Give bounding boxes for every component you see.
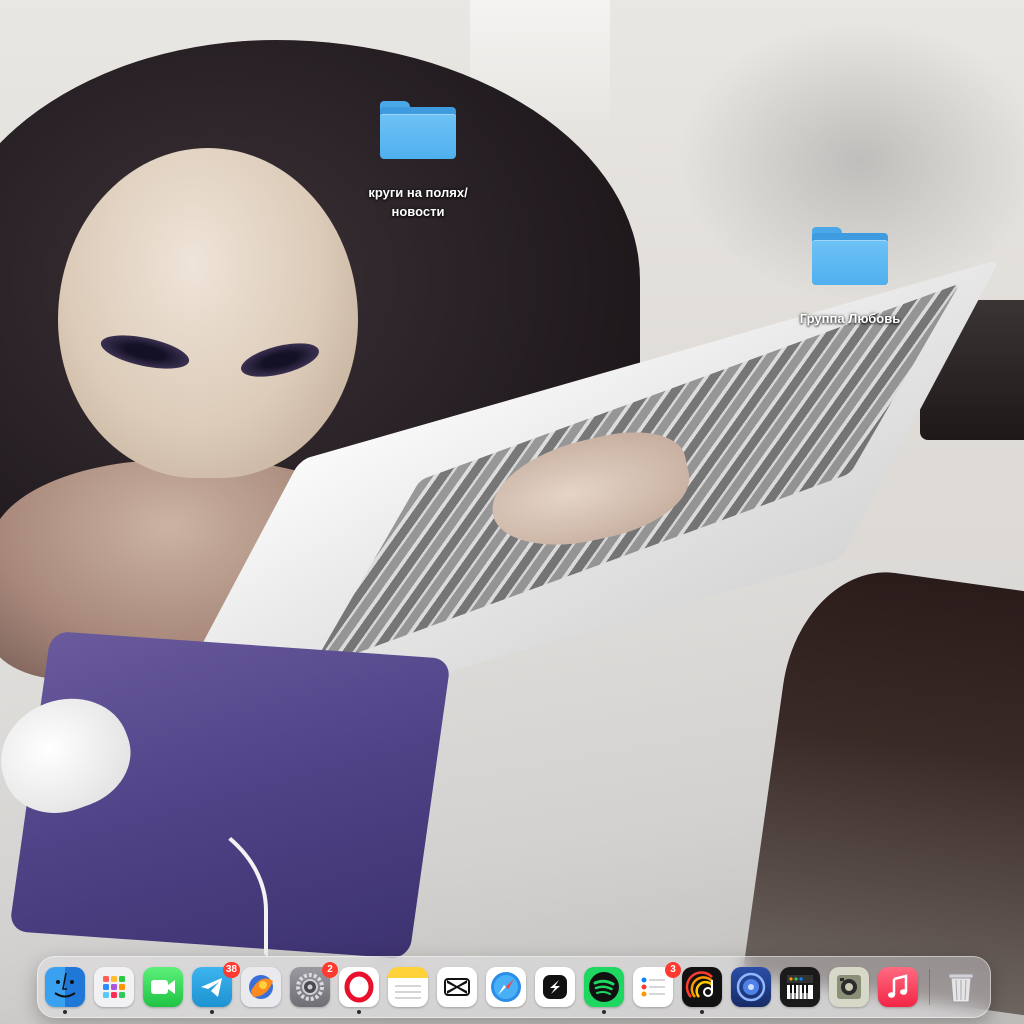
dock-app-piano[interactable] [780, 967, 820, 1007]
dock-app-facetime[interactable] [143, 967, 183, 1007]
browser-icon [249, 975, 273, 999]
dock-app-capcut[interactable] [437, 967, 477, 1007]
opera-icon [344, 971, 374, 1003]
dock-app-finder[interactable] [45, 967, 85, 1014]
notification-badge: 3 [665, 962, 681, 978]
wallpaper-alien-head [58, 148, 358, 478]
running-indicator [700, 1010, 704, 1014]
folder-icon [812, 227, 888, 285]
running-indicator [63, 1010, 67, 1014]
facetime-icon [151, 980, 175, 994]
finder-icon [54, 972, 76, 998]
shortcut-icon [543, 975, 567, 999]
trash-icon [948, 973, 974, 1003]
dock-app-music-player[interactable] [682, 967, 722, 1014]
running-indicator [357, 1010, 361, 1014]
dock-app-system-settings[interactable]: 2 [290, 962, 338, 1007]
notification-badge: 2 [322, 962, 338, 978]
dock-app-spotify[interactable] [584, 967, 624, 1014]
running-indicator [602, 1010, 606, 1014]
dock-app-music[interactable] [878, 967, 918, 1007]
desktop-folder-label: Группа Любовь [799, 311, 901, 326]
dock-app-camera[interactable] [829, 967, 869, 1007]
camera-app-icon [837, 975, 861, 999]
spotify-icon [589, 972, 619, 1002]
notes-icon [388, 967, 428, 999]
desktop: круги на полях/ новости Группа Любовь 38… [0, 0, 1024, 1024]
music-player-icon [685, 971, 713, 998]
dock-app-safari[interactable] [486, 967, 526, 1007]
desktop-folder-gruppa-lyubov[interactable]: Группа Любовь [775, 227, 925, 328]
dock-separator [929, 969, 930, 1005]
dock-app-trash[interactable] [941, 967, 981, 1007]
dock-app-notes[interactable] [388, 967, 428, 1007]
desktop-folder-kruги[interactable]: круги на полях/ новости [343, 101, 493, 221]
dock: 38 2 3 [37, 956, 991, 1018]
safari-icon [491, 972, 521, 1002]
app-store-circle-icon [736, 972, 766, 1002]
dock-app-shortcut[interactable] [535, 967, 575, 1007]
running-indicator [210, 1010, 214, 1014]
dock-app-browser[interactable] [241, 967, 281, 1007]
dock-app-reminders[interactable]: 3 [633, 962, 681, 1007]
music-icon [888, 974, 908, 998]
notification-badge: 38 [222, 962, 240, 978]
folder-icon [380, 101, 456, 159]
dock-app-telegram[interactable]: 38 [192, 962, 240, 1014]
desktop-folder-label: круги на полях/ новости [368, 185, 468, 219]
capcut-icon [444, 978, 470, 996]
piano-app-icon [787, 975, 813, 999]
launchpad-icon [103, 976, 125, 998]
dock-app-opera[interactable] [339, 967, 379, 1014]
dock-app-circle[interactable] [731, 967, 771, 1007]
dock-app-launchpad[interactable] [94, 967, 134, 1007]
